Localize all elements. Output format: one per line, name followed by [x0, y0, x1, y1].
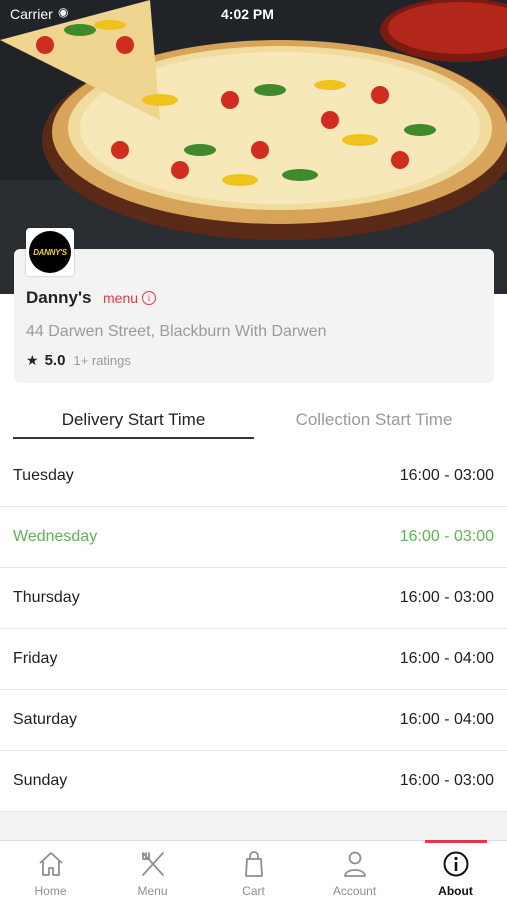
nav-account[interactable]: Account: [304, 841, 405, 901]
status-bar: Carrier ◉ 4:02 PM: [0, 0, 507, 28]
user-icon: [344, 851, 366, 877]
carrier-label: Carrier: [10, 6, 53, 22]
schedule-row-sunday: Sunday 16:00 - 03:00: [0, 751, 507, 812]
schedule-row-friday: Friday 16:00 - 04:00: [0, 629, 507, 690]
nav-about[interactable]: About: [405, 841, 506, 901]
section-divider: [0, 812, 507, 842]
wifi-icon: ◉: [58, 5, 69, 19]
tab-delivery-start-time[interactable]: Delivery Start Time: [13, 410, 254, 440]
nav-account-label: Account: [332, 884, 377, 898]
schedule-hours: 16:00 - 03:00: [399, 589, 494, 606]
schedule-row-thursday: Thursday 16:00 - 03:00: [0, 568, 507, 629]
schedule-day: Wednesday: [13, 528, 98, 545]
schedule-row-saturday: Saturday 16:00 - 04:00: [0, 690, 507, 751]
restaurant-logo: DANNY'S: [26, 228, 74, 276]
nav-menu-label: Menu: [137, 884, 168, 898]
shopping-bag-icon: [245, 851, 263, 877]
rating-count: 1+ ratings: [73, 353, 131, 368]
nav-home[interactable]: Home: [0, 841, 101, 901]
menu-link-label: menu: [103, 290, 139, 306]
utensils-icon: [142, 852, 164, 876]
home-icon: [39, 852, 63, 876]
restaurant-name: Danny's: [26, 288, 92, 307]
schedule-day: Saturday: [13, 711, 78, 728]
schedule-day: Tuesday: [13, 467, 74, 484]
schedule-hours: 16:00 - 03:00: [399, 528, 494, 545]
schedule-day: Sunday: [13, 772, 68, 789]
menu-link[interactable]: menu i: [103, 290, 157, 306]
active-tab-indicator: [13, 437, 254, 439]
nav-cart[interactable]: Cart: [203, 841, 304, 901]
status-time: 4:02 PM: [221, 6, 274, 22]
restaurant-logo-mark: DANNY'S: [29, 231, 71, 273]
rating-score: 5.0: [44, 352, 66, 369]
schedule-day: Thursday: [13, 589, 80, 606]
schedule-day: Friday: [13, 650, 58, 667]
info-icon: [443, 851, 469, 877]
schedule-row-tuesday: Tuesday 16:00 - 03:00: [0, 446, 507, 507]
schedule-row-wednesday: Wednesday 16:00 - 03:00: [0, 507, 507, 568]
star-icon: ★: [26, 352, 39, 368]
schedule-hours: 16:00 - 04:00: [399, 711, 494, 728]
schedule-hours: 16:00 - 03:00: [399, 772, 494, 789]
nav-cart-label: Cart: [242, 884, 265, 898]
nav-home-label: Home: [34, 884, 67, 898]
rating: ★ 5.0 1+ ratings: [26, 352, 131, 369]
tab-collection-start-time[interactable]: Collection Start Time: [254, 410, 494, 440]
opening-hours-list: Tuesday 16:00 - 03:00 Wednesday 16:00 - …: [0, 446, 507, 812]
schedule-hours: 16:00 - 04:00: [399, 650, 494, 667]
nav-about-label: About: [438, 884, 473, 898]
restaurant-address: 44 Darwen Street, Blackburn With Darwen: [26, 323, 327, 340]
schedule-hours: 16:00 - 03:00: [399, 467, 494, 484]
nav-menu[interactable]: Menu: [102, 841, 203, 901]
info-icon: i: [142, 291, 157, 305]
bottom-nav: Home Menu Cart Account About: [0, 840, 507, 901]
